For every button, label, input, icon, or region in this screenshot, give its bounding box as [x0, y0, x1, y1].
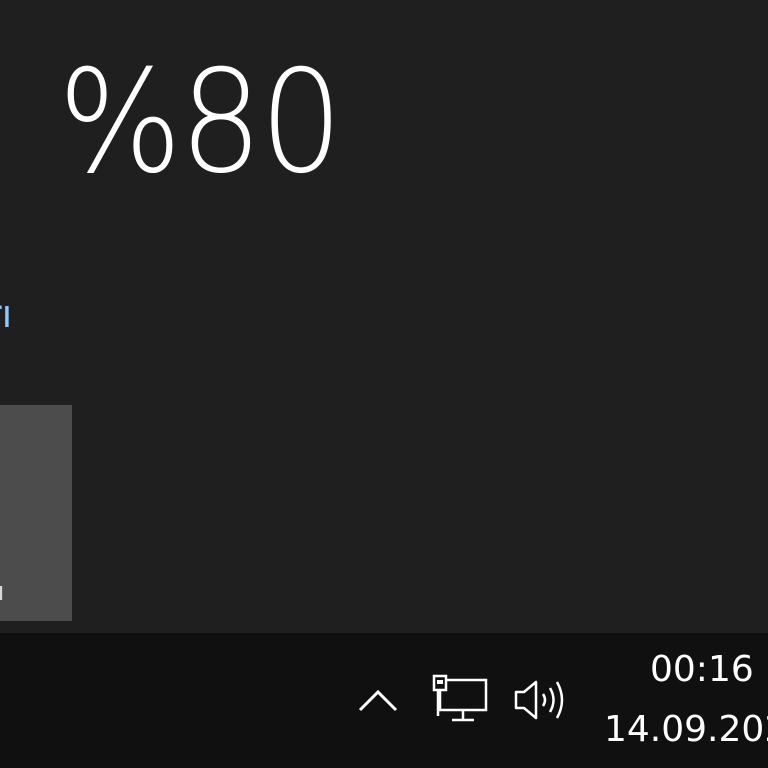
network-icon: [432, 674, 488, 722]
battery-flyout: %80 rı u: [0, 0, 768, 633]
battery-saver-tile[interactable]: u: [0, 405, 72, 621]
tile-label: u: [0, 577, 4, 607]
show-hidden-icons-button[interactable]: [350, 660, 406, 740]
chevron-up-icon: [358, 689, 398, 712]
battery-settings-link[interactable]: rı: [0, 292, 12, 336]
battery-percentage: %80: [58, 40, 343, 205]
clock-time: 00:16: [650, 649, 754, 690]
clock-date: 14.09.202: [604, 709, 768, 750]
network-button[interactable]: [426, 660, 492, 740]
volume-icon: [514, 680, 564, 720]
volume-button[interactable]: [508, 660, 574, 740]
